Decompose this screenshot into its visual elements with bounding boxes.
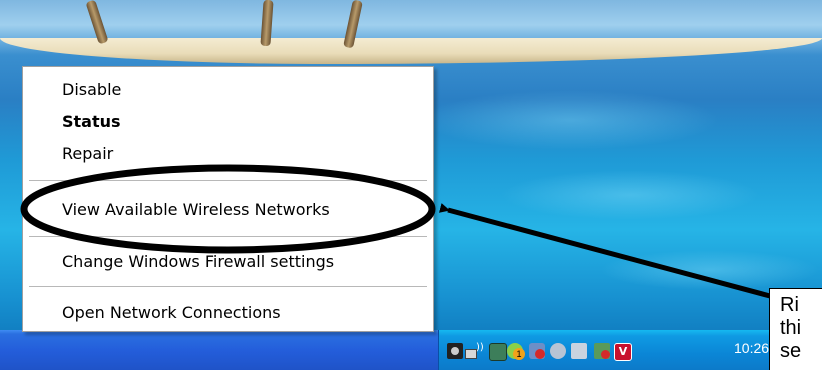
highlight-ellipse	[20, 164, 436, 254]
callout-line: Ri	[780, 294, 799, 316]
callout-arrow	[438, 203, 771, 299]
callout-line: se	[780, 340, 802, 362]
callout-box: Ri thi se	[769, 288, 822, 370]
annotation-overlay	[20, 164, 771, 299]
screenshot: )) 1 V 10:26 Disable Status Repair View …	[0, 0, 822, 370]
callout-line: thi	[780, 317, 802, 339]
